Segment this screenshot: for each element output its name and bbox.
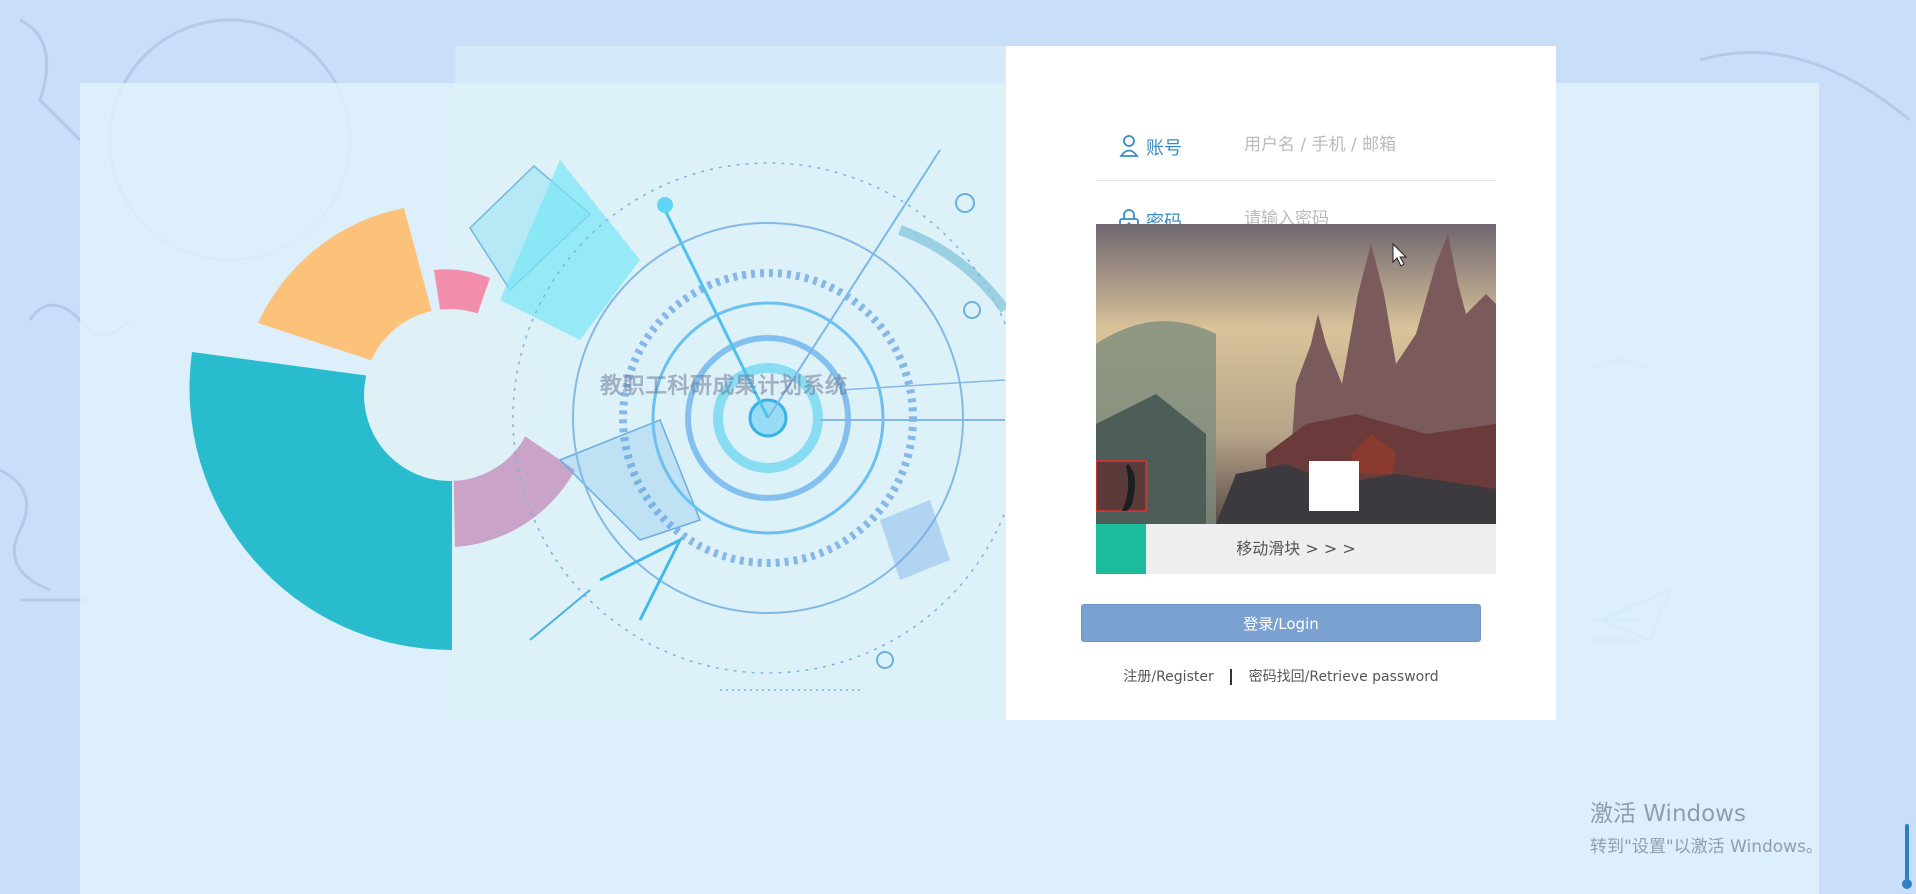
retrieve-password-link[interactable]: 密码找回/Retrieve password	[1249, 669, 1439, 685]
account-label: 账号	[1146, 138, 1182, 159]
account-row: 账号	[1096, 108, 1496, 181]
register-link[interactable]: 注册/Register	[1123, 669, 1213, 685]
captcha-image	[1096, 224, 1496, 524]
windows-activation-watermark: 激活 Windows 转到"设置"以激活 Windows。	[1590, 794, 1823, 857]
captcha-target-slot	[1309, 461, 1359, 511]
system-title: 教职工科研成果计划系统	[600, 374, 848, 399]
login-card: 账号 密码	[1006, 46, 1556, 720]
login-button[interactable]: 登录/Login	[1081, 604, 1481, 642]
link-divider	[1230, 669, 1233, 685]
account-input[interactable]	[1242, 128, 1496, 162]
watermark-line1: 激活 Windows	[1590, 801, 1746, 827]
thermometer-icon	[1902, 824, 1912, 889]
captcha-slider[interactable]: 移动滑块 > > >	[1096, 524, 1496, 574]
captcha-puzzle-piece	[1096, 460, 1147, 512]
auth-links: 注册/Register 密码找回/Retrieve password	[1081, 666, 1481, 686]
user-icon	[1119, 135, 1139, 157]
watermark-line2: 转到"设置"以激活 Windows。	[1590, 837, 1823, 857]
slider-handle[interactable]	[1096, 524, 1146, 574]
slider-hint: 移动滑块 > > >	[1236, 539, 1356, 558]
